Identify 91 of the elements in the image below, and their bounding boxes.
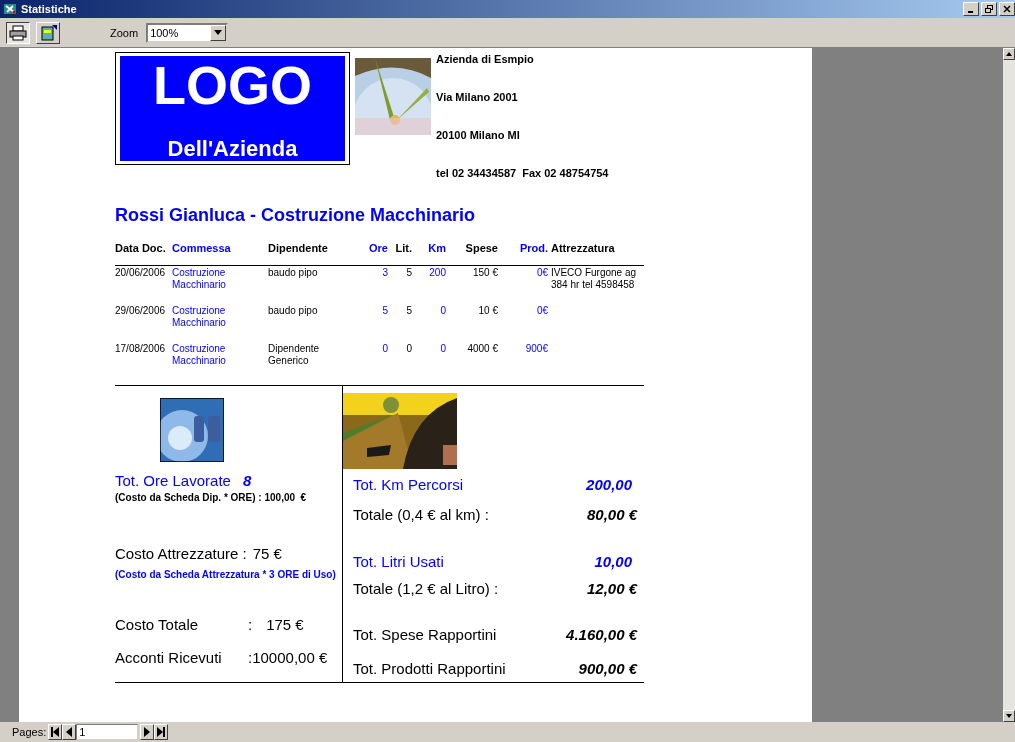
- summary-note: (Costo da Scheda Dip. * ORE) : 100,00 €: [115, 492, 308, 504]
- last-page-button[interactable]: [154, 724, 169, 740]
- logo: LOGO Dell'Azienda: [115, 52, 350, 165]
- table-cell-text: 5: [381, 305, 388, 318]
- triangle-right-icon: [143, 727, 152, 737]
- summary-label: Costo Attrezzature :: [115, 544, 248, 564]
- table-cell-text: 0: [381, 343, 388, 356]
- table-cell-text: 0: [439, 343, 446, 356]
- summary-label: Tot. Km Percorsi: [353, 475, 464, 495]
- table-cell-text: IVECO Furgone ag 384 hr tel 4598458: [550, 267, 638, 292]
- column-header: Dipendente: [268, 242, 329, 254]
- first-page-button[interactable]: [48, 724, 63, 740]
- table-cell-text: 5: [405, 267, 412, 280]
- window-title: Statistiche: [21, 3, 78, 15]
- table-cell-text: 10 €: [477, 305, 498, 318]
- close-icon: [1003, 5, 1011, 13]
- summary-value: 900,00 €: [578, 659, 637, 679]
- column-header: Lit.: [394, 242, 412, 254]
- table-cell-text: 900€: [524, 343, 548, 356]
- company-info: tel 02 34434587 Fax 02 48754754: [436, 167, 609, 180]
- triangle-left-icon: [65, 727, 74, 737]
- table-cell-text: 200: [428, 267, 446, 280]
- table-cell-text: Costruzione Macchinario: [172, 267, 227, 292]
- summary-note: (Costo da Scheda Attrezzatura * 3 ORE di Uso): [115, 569, 337, 581]
- company-info: Azienda di Esmpio: [436, 53, 535, 66]
- table-cell-text: 4000 €: [466, 343, 498, 356]
- caret-down-icon: [1006, 714, 1012, 718]
- table-cell-text: 20/06/2006: [115, 267, 167, 280]
- summary-label: Tot. Spese Rapportini: [353, 625, 497, 645]
- skip-last-icon: [157, 727, 166, 737]
- table-cell-text: 0: [405, 343, 412, 356]
- table-cell-text: baudo pipo: [268, 305, 319, 318]
- column-header: Spese: [464, 242, 498, 254]
- summary-value: 200,00: [586, 475, 632, 495]
- summary-label: Tot. Ore Lavorate: [115, 471, 231, 491]
- close-button[interactable]: [999, 2, 1015, 16]
- minimize-button[interactable]: [963, 2, 979, 16]
- document-icon: [39, 24, 57, 41]
- previous-page-button[interactable]: [62, 724, 77, 740]
- summary-label: Totale (0,4 € al km) :: [353, 505, 489, 525]
- table-cell-text: 0: [439, 305, 446, 318]
- summary-label: Totale (1,2 € al Litro) :: [353, 579, 499, 599]
- summary-value: 4.160,00 €: [566, 625, 637, 645]
- table-cell-text: Costruzione Macchinario: [172, 343, 227, 368]
- summary-label: Tot. Litri Usati: [353, 552, 444, 572]
- table-cell-text: baudo pipo: [268, 267, 319, 280]
- table-cell-text: Costruzione Macchinario: [172, 305, 227, 330]
- column-header: Attrezzatura: [550, 242, 616, 254]
- summary-value: 80,00 €: [586, 505, 637, 525]
- app-icon: [3, 2, 17, 16]
- scrollbar[interactable]: [1003, 48, 1015, 722]
- company-info: 20100 Milano MI: [436, 129, 521, 142]
- zoom-label: Zoom: [110, 26, 139, 39]
- scroll-up-button[interactable]: [1003, 48, 1015, 60]
- summary-value: 175 €: [266, 615, 304, 635]
- table-cell-text: 0€: [535, 305, 548, 318]
- toolbar-button[interactable]: [6, 21, 30, 44]
- summary-value: :10000,00 €: [248, 648, 328, 668]
- column-header: Ore: [368, 242, 388, 254]
- caret-icon: [214, 30, 223, 35]
- table-cell-text: 3: [381, 267, 388, 280]
- column-header: Prod.: [518, 242, 548, 254]
- scroll-down-button[interactable]: [1003, 710, 1015, 722]
- summary-value: 12,00 €: [586, 579, 637, 599]
- summary-value: 10,00: [594, 552, 632, 572]
- summary-label: Tot. Prodotti Rapportini: [353, 659, 506, 679]
- column-header: Commessa: [172, 242, 232, 254]
- report-title: Rossi Gianluca - Costruzione Macchinario: [115, 204, 477, 226]
- column-header: Km: [427, 242, 446, 254]
- caret-up-icon: [1006, 52, 1012, 56]
- separator: :: [248, 615, 253, 635]
- summary-value: 75 €: [252, 544, 282, 564]
- next-page-button[interactable]: [140, 724, 155, 740]
- company-info: Via Milano 2001: [436, 91, 519, 104]
- skip-first-icon: [51, 727, 60, 737]
- column-header: Data Doc.: [115, 242, 167, 254]
- summary-value: 8: [242, 471, 252, 491]
- table-cell-text: Dipendente Generico: [268, 343, 321, 368]
- summary-label: Acconti Ricevuti: [115, 648, 223, 668]
- table-cell-text: 29/06/2006: [115, 305, 167, 318]
- restore-icon: [985, 5, 993, 13]
- table-cell-text: 0€: [535, 267, 548, 280]
- table-cell-text: 5: [405, 305, 412, 318]
- summary-label: Costo Totale: [115, 615, 200, 635]
- page-field[interactable]: 1: [76, 724, 139, 740]
- restore-button[interactable]: [981, 2, 997, 16]
- table-cell-text: 17/08/2006: [115, 343, 167, 356]
- pages-label: Pages:: [12, 726, 47, 738]
- printer-icon: [9, 24, 27, 41]
- zoom-dropdown[interactable]: 100%: [146, 22, 229, 43]
- table-cell-text: 150 €: [471, 267, 498, 280]
